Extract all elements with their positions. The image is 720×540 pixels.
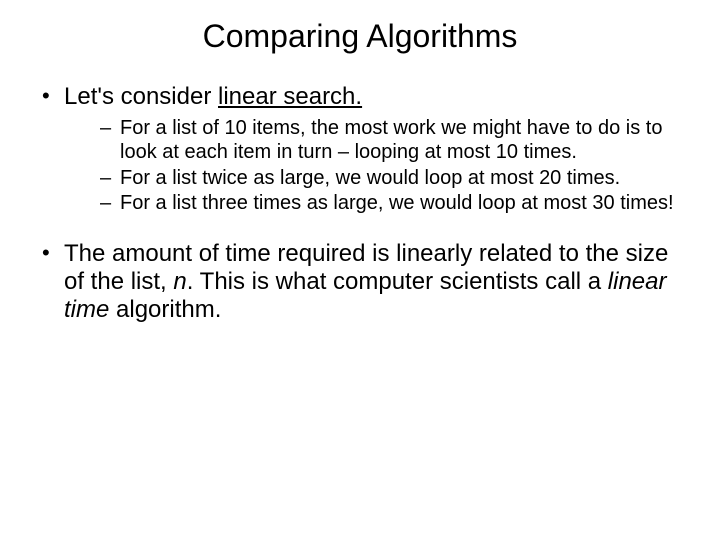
sub-2: For a list twice as large, we would loop… xyxy=(64,167,684,191)
bullet-2: The amount of time required is linearly … xyxy=(36,240,684,325)
bullet-1-underline: linear search. xyxy=(218,83,362,110)
bullet-2-n: n xyxy=(173,268,186,295)
bullet-1: Let's consider linear search. For a list… xyxy=(36,83,684,216)
sub-list: For a list of 10 items, the most work we… xyxy=(64,117,684,215)
bullet-1-text-pre: Let's consider xyxy=(64,83,218,110)
slide-title: Comparing Algorithms xyxy=(36,18,684,55)
bullet-list: Let's consider linear search. For a list… xyxy=(36,83,684,325)
slide: Comparing Algorithms Let's consider line… xyxy=(0,0,720,540)
sub-3: For a list three times as large, we woul… xyxy=(64,192,684,216)
bullet-2-c: algorithm. xyxy=(109,296,221,323)
sub-1: For a list of 10 items, the most work we… xyxy=(64,117,684,164)
bullet-2-b: . This is what computer scientists call … xyxy=(187,268,608,295)
